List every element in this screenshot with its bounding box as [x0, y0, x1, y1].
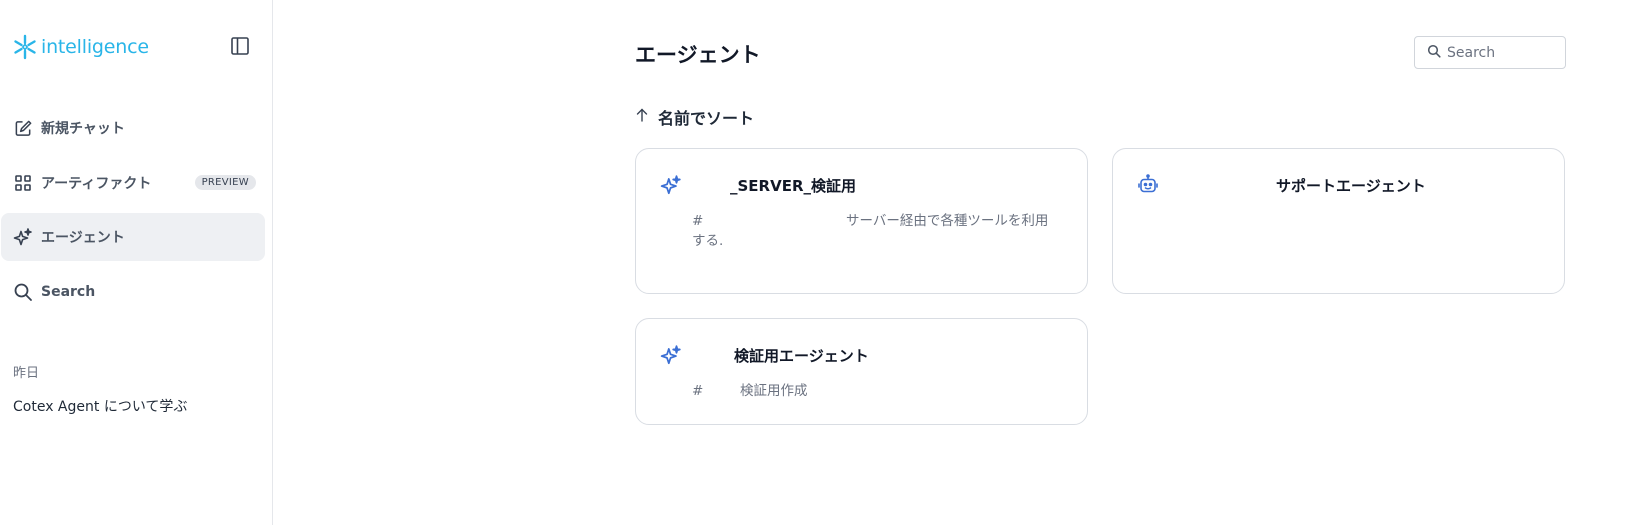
main-content: エージェント 名前でソート _SERVER_検証用 #サーバー経由で各種ツールを…	[274, 0, 1643, 525]
sidebar-toggle-icon	[230, 36, 250, 60]
agent-card[interactable]: 検証用エージェント # 検証用作成	[635, 318, 1088, 425]
page-title: エージェント	[635, 43, 761, 67]
sparkle-icon	[660, 344, 682, 366]
brand-logo[interactable]: intelligence	[12, 34, 149, 60]
sidebar-collapse-button[interactable]	[229, 37, 251, 59]
history-heading: 昨日	[13, 366, 40, 381]
sidebar-item-label: Search	[41, 284, 96, 300]
hash-mark: #	[692, 383, 704, 399]
agent-card[interactable]: _SERVER_検証用 # サーバー経由で各種ツールを利用する.	[635, 148, 1088, 294]
agent-name: _SERVER_検証用	[730, 177, 857, 195]
sort-label: 名前でソート	[658, 109, 755, 128]
sidebar-item-agents[interactable]: エージェント	[1, 213, 265, 261]
search-icon	[1427, 43, 1441, 62]
snowflake-icon	[12, 34, 38, 60]
agent-card[interactable]: サポートエージェント	[1112, 148, 1565, 294]
sidebar: intelligence 新規チャット アーティファクト PREVIEW エージ…	[0, 0, 273, 525]
sidebar-item-label: アーティファクト	[41, 176, 152, 192]
agent-name: 検証用エージェント	[734, 347, 869, 365]
edit-square-icon	[13, 118, 33, 138]
grid-icon	[13, 173, 33, 193]
agent-description: # サーバー経由で各種ツールを利用する.	[692, 211, 1059, 251]
brand-name: intelligence	[41, 36, 149, 58]
sort-by-name-button[interactable]: 名前でソート	[635, 105, 754, 129]
sparkle-icon	[660, 174, 682, 196]
history-item[interactable]: Cotex Agent について学ぶ	[13, 396, 187, 416]
search-input[interactable]	[1447, 44, 1559, 61]
search-icon	[13, 282, 33, 302]
sidebar-item-label: 新規チャット	[41, 121, 125, 137]
sidebar-item-artifacts[interactable]: アーティファクト PREVIEW	[1, 159, 265, 207]
arrow-up-icon	[635, 107, 649, 127]
preview-badge: PREVIEW	[194, 175, 256, 190]
agent-description: # 検証用作成	[692, 381, 1059, 401]
robot-icon	[1137, 174, 1159, 196]
agent-search-box[interactable]	[1414, 36, 1566, 69]
sidebar-item-search[interactable]: Search	[1, 268, 265, 316]
sparkle-icon	[13, 227, 33, 247]
agent-description-text: サーバー経由で各種ツールを利用する.	[692, 213, 1049, 249]
hash-mark: #	[692, 213, 704, 229]
sidebar-item-new-chat[interactable]: 新規チャット	[1, 104, 265, 152]
agent-description-text: 検証用作成	[740, 383, 808, 399]
sidebar-item-label: エージェント	[41, 230, 125, 246]
agent-name: サポートエージェント	[1276, 177, 1426, 195]
